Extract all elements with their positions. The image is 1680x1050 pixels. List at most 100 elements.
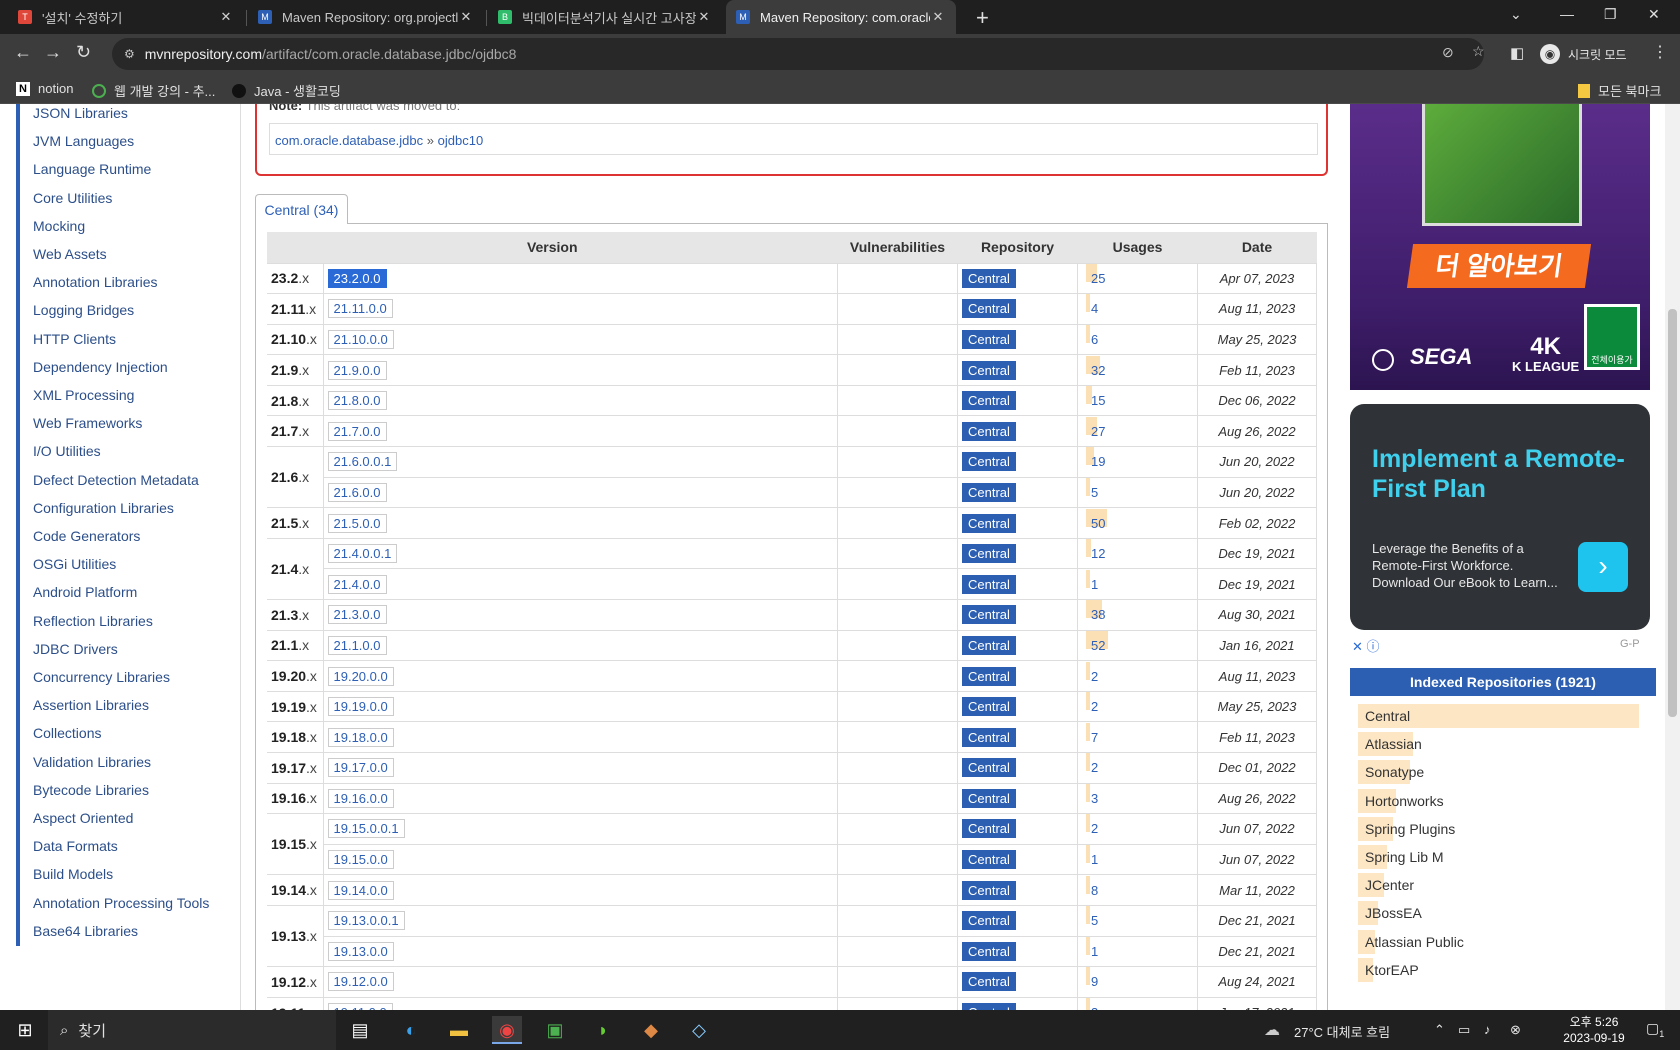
browser-tab[interactable]: M Maven Repository: org.projectlo ✕ [248, 0, 484, 34]
file-explorer-icon[interactable]: ▬ [444, 1016, 474, 1044]
sidebar-category-link[interactable]: JDBC Drivers [16, 633, 118, 664]
usages-link[interactable]: 1 [1091, 944, 1098, 959]
network-icon[interactable]: ▭ [1458, 1022, 1470, 1038]
version-link[interactable]: 21.3.0.0 [327, 605, 387, 625]
star-icon[interactable]: ☆ [1472, 43, 1485, 60]
close-window-icon[interactable]: ✕ [1648, 6, 1660, 23]
sidebar-category-link[interactable]: Concurrency Libraries [16, 662, 170, 692]
sidebar-category-link[interactable]: Code Generators [16, 521, 140, 551]
version-link[interactable]: 21.6.0.0.1 [327, 452, 398, 472]
repository-link[interactable]: Central [962, 941, 1016, 961]
repository-link[interactable]: Central [962, 360, 1016, 380]
tray-chevron-icon[interactable]: ⌃ [1434, 1022, 1445, 1038]
weather-text[interactable]: 27°C 대체로 흐림 [1294, 1022, 1390, 1041]
sidebar-category-link[interactable]: Aspect Oriented [16, 803, 133, 833]
sidebar-category-link[interactable]: Dependency Injection [16, 351, 168, 382]
indexed-repo-link[interactable]: Sonatype [1358, 760, 1648, 785]
version-link[interactable]: 21.10.0.0 [327, 329, 394, 349]
version-link[interactable]: 19.13.0.0.1 [327, 911, 405, 931]
usages-link[interactable]: 15 [1091, 393, 1105, 408]
version-link[interactable]: 19.16.0.0 [327, 788, 394, 808]
sidebar-category-link[interactable]: OSGi Utilities [16, 549, 116, 580]
sidebar-category-link[interactable]: Android Platform [16, 577, 137, 608]
ad-close-icon[interactable]: ✕ ⓘ [1352, 636, 1380, 655]
indexed-repo-link[interactable]: KtorEAP [1358, 957, 1648, 982]
repository-link[interactable]: Central [962, 911, 1016, 931]
promo-arrow-button[interactable]: › [1578, 542, 1628, 592]
menu-icon[interactable]: ⋮ [1652, 42, 1668, 62]
usages-link[interactable]: 2 [1091, 821, 1098, 836]
version-link[interactable]: 19.13.0.0 [327, 941, 394, 961]
tab-close-icon[interactable]: ✕ [458, 9, 474, 25]
volume-icon[interactable]: ♪ [1484, 1022, 1491, 1037]
repository-link[interactable]: Central [962, 544, 1016, 564]
version-link[interactable]: 21.7.0.0 [327, 421, 387, 441]
usages-link[interactable]: 12 [1091, 546, 1105, 561]
repository-link[interactable]: Central [962, 850, 1016, 870]
sidebar-category-link[interactable]: HTTP Clients [16, 323, 116, 354]
task-view-icon[interactable]: ▤ [348, 1016, 372, 1044]
repository-link[interactable]: Central [962, 574, 1016, 594]
sidebar-category-link[interactable]: JVM Languages [16, 126, 134, 157]
sidebar-category-link[interactable]: Web Assets [16, 239, 107, 269]
sidebar-category-link[interactable]: Logging Bridges [16, 295, 134, 326]
usages-link[interactable]: 3 [1091, 791, 1098, 806]
sidebar-category-link[interactable]: Core Utilities [16, 182, 112, 213]
sidebar-category-link[interactable]: I/O Utilities [16, 436, 101, 467]
bookmark-java[interactable]: Java - 생활코딩 [232, 81, 341, 100]
bookmark-web-course[interactable]: 웹 개발 강의 - 추... [92, 81, 215, 100]
usages-link[interactable]: 5 [1091, 913, 1098, 928]
browser-tab[interactable]: M Maven Repository: com.oracle.d ✕ [726, 0, 956, 34]
usages-link[interactable]: 2 [1091, 760, 1098, 775]
sidebar-category-link[interactable]: Build Models [16, 859, 113, 890]
minimize-icon[interactable]: — [1560, 6, 1574, 22]
indexed-repo-link[interactable]: Spring Lib M [1358, 845, 1648, 869]
repository-link[interactable]: Central [962, 391, 1016, 411]
repository-link[interactable]: Central [962, 819, 1016, 839]
taskbar-search[interactable]: ⌕ 찾기 [48, 1010, 336, 1050]
version-link[interactable]: 21.4.0.0.1 [327, 544, 398, 564]
usages-link[interactable]: 19 [1091, 454, 1105, 469]
version-link[interactable]: 19.17.0.0 [327, 758, 394, 778]
repository-link[interactable]: Central [962, 697, 1016, 717]
repository-link[interactable]: Central [962, 605, 1016, 625]
usages-link[interactable]: 8 [1091, 883, 1098, 898]
repository-link[interactable]: Central [962, 972, 1016, 992]
sidebar-category-link[interactable]: Collections [16, 718, 101, 749]
repository-link[interactable]: Central [962, 299, 1016, 319]
usages-link[interactable]: 27 [1091, 424, 1105, 439]
windows-start-icon[interactable]: ⊞ [12, 1016, 38, 1044]
usages-link[interactable]: 2 [1091, 669, 1098, 684]
sidebar-category-link[interactable]: Reflection Libraries [16, 605, 153, 636]
indexed-repo-link[interactable]: Atlassian [1358, 732, 1648, 757]
sidebar-category-link[interactable]: Bytecode Libraries [16, 774, 149, 805]
indexed-repo-link[interactable]: Atlassian Public [1358, 929, 1648, 954]
version-link[interactable]: 21.6.0.0 [327, 482, 387, 502]
usages-link[interactable]: 7 [1091, 730, 1098, 745]
version-link[interactable]: 19.19.0.0 [327, 697, 394, 717]
repository-link[interactable]: Central [962, 666, 1016, 686]
tab-central[interactable]: Central (34) [255, 194, 348, 224]
sidebar-category-link[interactable]: XML Processing [16, 380, 134, 410]
moved-group-link[interactable]: com.oracle.database.jdbc [275, 133, 423, 148]
repository-link[interactable]: Central [962, 268, 1016, 288]
promo-ad[interactable]: Implement a Remote-First Plan Leverage t… [1350, 404, 1650, 630]
forward-icon[interactable]: → [44, 42, 62, 63]
app-icon-3[interactable]: ◆ [636, 1016, 666, 1044]
chrome-icon[interactable]: ◉ [492, 1016, 522, 1044]
back-icon[interactable]: ← [14, 42, 32, 63]
sidebar-category-link[interactable]: Base64 Libraries [16, 915, 138, 946]
bookmark-notion[interactable]: Nnotion [16, 81, 73, 96]
usages-link[interactable]: 38 [1091, 607, 1105, 622]
repository-link[interactable]: Central [962, 880, 1016, 900]
version-link[interactable]: 19.12.0.0 [327, 972, 394, 992]
indexed-repo-link[interactable]: Spring Plugins [1358, 816, 1648, 841]
version-link[interactable]: 21.5.0.0 [327, 513, 387, 533]
repository-link[interactable]: Central [962, 758, 1016, 778]
incognito-indicator[interactable]: ◉ 시크릿 모드 [1540, 41, 1640, 67]
sidebar-category-link[interactable]: Defect Detection Metadata [16, 464, 199, 495]
version-link[interactable]: 21.1.0.0 [327, 635, 387, 655]
ad-cta-button[interactable]: 더 알아보기 [1406, 244, 1592, 288]
indexed-repo-link[interactable]: JCenter [1358, 873, 1648, 898]
usages-link[interactable]: 52 [1091, 638, 1105, 653]
